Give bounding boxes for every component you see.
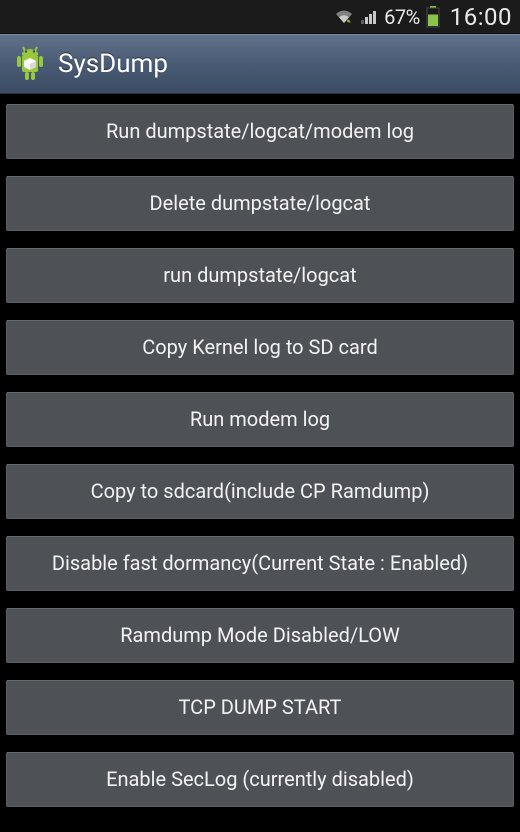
run-dumpstate-logcat-modem-button[interactable]: Run dumpstate/logcat/modem log [6, 104, 514, 159]
button-list: Run dumpstate/logcat/modem log Delete du… [0, 94, 520, 807]
wifi-icon [334, 9, 354, 25]
run-modem-log-button[interactable]: Run modem log [6, 392, 514, 447]
page-title: SysDump [58, 49, 168, 79]
ramdump-mode-button[interactable]: Ramdump Mode Disabled/LOW [6, 608, 514, 663]
title-bar: SysDump [0, 34, 520, 94]
enable-seclog-button[interactable]: Enable SecLog (currently disabled) [6, 752, 514, 807]
copy-to-sdcard-button[interactable]: Copy to sdcard(include CP Ramdump) [6, 464, 514, 519]
delete-dumpstate-logcat-button[interactable]: Delete dumpstate/logcat [6, 176, 514, 231]
status-bar: 67% 16:00 [0, 0, 520, 34]
battery-icon [426, 6, 440, 28]
tcp-dump-start-button[interactable]: TCP DUMP START [6, 680, 514, 735]
clock: 16:00 [450, 3, 512, 31]
battery-percent: 67% [384, 5, 420, 29]
copy-kernel-log-button[interactable]: Copy Kernel log to SD card [6, 320, 514, 375]
android-icon [12, 43, 48, 85]
disable-fast-dormancy-button[interactable]: Disable fast dormancy(Current State : En… [6, 536, 514, 591]
run-dumpstate-logcat-button[interactable]: run dumpstate/logcat [6, 248, 514, 303]
signal-icon [360, 9, 380, 25]
